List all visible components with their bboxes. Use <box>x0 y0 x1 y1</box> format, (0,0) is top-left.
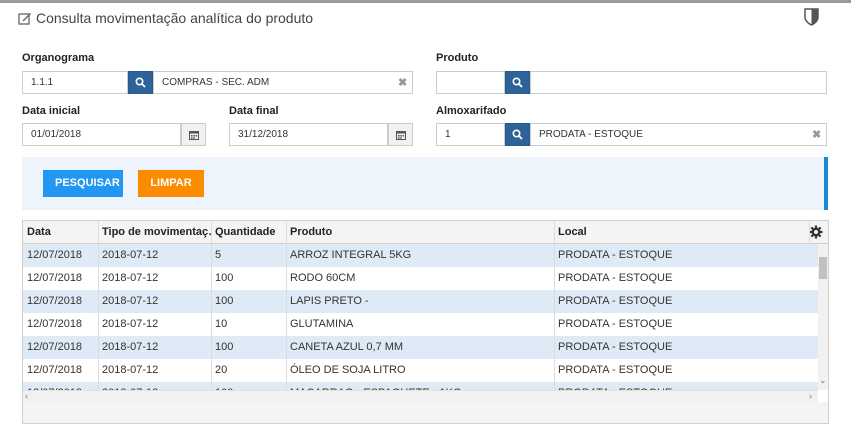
cell-data: 12/07/2018 <box>27 318 83 330</box>
cell-local: PRODATA - ESTOQUE <box>558 318 673 330</box>
vertical-scrollbar[interactable]: ⌄ <box>818 244 828 390</box>
cell-local: PRODATA - ESTOQUE <box>558 295 673 307</box>
horizontal-scrollbar[interactable]: ‹ › <box>23 390 818 402</box>
cell-data: 12/07/2018 <box>27 295 83 307</box>
data-final-calendar-button[interactable] <box>388 123 413 146</box>
cell-produto: ARROZ INTEGRAL 5KG <box>290 249 412 261</box>
cell-data: 12/07/2018 <box>27 341 83 353</box>
produto-description-input[interactable] <box>530 71 827 94</box>
column-divider <box>286 221 287 402</box>
page-title: Consulta movimentação analítica do produ… <box>36 10 314 26</box>
cell-local: PRODATA - ESTOQUE <box>558 272 673 284</box>
cell-tipo: 2018-07-12 <box>102 249 159 261</box>
edit-icon <box>18 13 31 25</box>
search-button[interactable]: PESQUISAR <box>43 170 123 197</box>
produto-label: Produto <box>436 52 479 64</box>
column-divider <box>98 221 99 402</box>
chevron-down-icon[interactable]: ⌄ <box>819 375 827 386</box>
cell-produto: GLUTAMINA <box>290 318 354 330</box>
cell-local: PRODATA - ESTOQUE <box>558 249 673 261</box>
table-row[interactable]: 12/07/2018 2018-07-12 100 LAPIS PRETO - PROD… <box>23 290 818 313</box>
search-icon <box>135 77 146 88</box>
cell-quantidade: 10 <box>215 318 228 330</box>
organograma-code-input[interactable]: 1.1.1 <box>22 71 128 94</box>
cell-local: PRODATA - ESTOQUE <box>558 364 673 376</box>
data-inicial-calendar-button[interactable] <box>181 123 206 146</box>
cell-data: 12/07/2018 <box>27 364 83 376</box>
almoxarifado-search-button[interactable] <box>505 123 530 146</box>
close-icon[interactable]: ✖ <box>812 128 821 141</box>
data-final-input[interactable]: 31/12/2018 <box>229 123 388 146</box>
table-header: Data Tipo de movimentaç… Quantidade Prod… <box>23 221 828 244</box>
chevron-right-icon[interactable]: › <box>809 391 812 401</box>
table-row[interactable]: 12/07/2018 2018-07-12 20 ÓLEO DE SOJA LITRO… <box>23 359 818 382</box>
action-bar: PESQUISAR LIMPAR <box>22 157 828 210</box>
data-inicial-input[interactable]: 01/01/2018 <box>22 123 181 146</box>
table-row[interactable]: 12/07/2018 2018-07-12 5 ARROZ INTEGRAL 5KG P… <box>23 244 818 267</box>
cell-produto: RODO 60CM <box>290 272 356 284</box>
table-footer <box>22 402 829 424</box>
column-header-produto[interactable]: Produto <box>286 221 554 244</box>
cell-tipo: 2018-07-12 <box>102 364 159 376</box>
cell-produto: ÓLEO DE SOJA LITRO <box>290 364 406 376</box>
column-divider <box>211 221 212 402</box>
data-inicial-label: Data inicial <box>22 105 81 117</box>
chevron-left-icon[interactable]: ‹ <box>25 391 28 401</box>
cell-quantidade: 100 <box>215 341 234 353</box>
column-divider <box>809 221 810 244</box>
calendar-icon <box>188 130 199 140</box>
page-header: Consulta movimentação analítica do produ… <box>18 9 313 27</box>
cell-tipo: 2018-07-12 <box>102 341 159 353</box>
produto-code-input[interactable] <box>436 71 505 94</box>
organograma-description-input[interactable]: COMPRAS - SEC. ADM <box>153 71 413 94</box>
produto-search-button[interactable] <box>505 71 530 94</box>
cell-quantidade: 100 <box>215 295 234 307</box>
calendar-icon <box>395 130 406 140</box>
column-divider <box>554 221 555 402</box>
shield-icon[interactable] <box>804 8 819 26</box>
column-header-quantidade[interactable]: Quantidade <box>211 221 286 244</box>
cell-produto: CANETA AZUL 0,7 MM <box>290 341 404 353</box>
top-border <box>0 0 851 3</box>
organograma-label: Organograma <box>22 52 95 64</box>
column-header-data[interactable]: Data <box>23 221 98 244</box>
cell-tipo: 2018-07-12 <box>102 318 159 330</box>
cell-local: PRODATA - ESTOQUE <box>558 341 673 353</box>
cell-quantidade: 20 <box>215 364 228 376</box>
table-row[interactable]: 12/07/2018 2018-07-12 100 RODO 60CM PRODATA … <box>23 267 818 290</box>
search-icon <box>512 77 523 88</box>
table-row[interactable]: 12/07/2018 2018-07-12 10 GLUTAMINA PRODATA -… <box>23 313 818 336</box>
clear-button[interactable]: LIMPAR <box>138 170 204 197</box>
cell-quantidade: 5 <box>215 249 222 261</box>
column-header-local[interactable]: Local <box>554 221 809 244</box>
data-final-label: Data final <box>229 105 279 117</box>
results-table: Data Tipo de movimentaç… Quantidade Prod… <box>22 220 829 403</box>
cell-quantidade: 100 <box>215 272 234 284</box>
cell-data: 12/07/2018 <box>27 249 83 261</box>
cell-tipo: 2018-07-12 <box>102 272 159 284</box>
almoxarifado-code-input[interactable]: 1 <box>436 123 505 146</box>
almoxarifado-label: Almoxarifado <box>436 105 507 117</box>
cell-data: 12/07/2018 <box>27 272 83 284</box>
cell-tipo: 2018-07-12 <box>102 295 159 307</box>
almoxarifado-description-input[interactable]: PRODATA - ESTOQUE <box>530 123 827 146</box>
table-row[interactable]: 12/07/2018 2018-07-12 100 CANETA AZUL 0,7 M… <box>23 336 818 359</box>
cell-produto: LAPIS PRETO - <box>290 295 369 307</box>
column-header-tipo[interactable]: Tipo de movimentaç… <box>98 221 211 244</box>
scrollbar-thumb[interactable] <box>819 257 827 279</box>
close-icon[interactable]: ✖ <box>398 76 407 89</box>
search-icon <box>512 129 523 140</box>
gear-icon[interactable] <box>809 225 823 239</box>
organograma-search-button[interactable] <box>128 71 153 94</box>
